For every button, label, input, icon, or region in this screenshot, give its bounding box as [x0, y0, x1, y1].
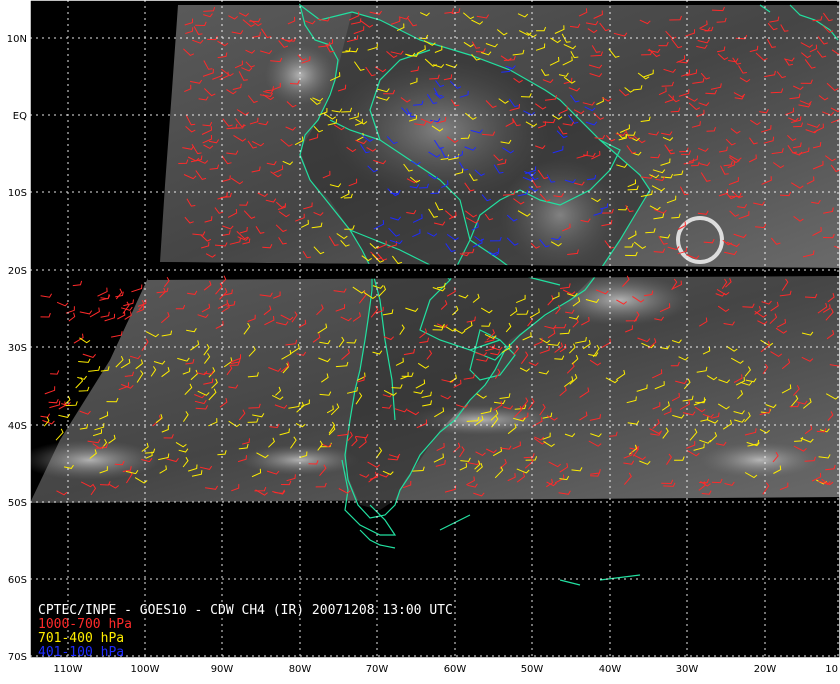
legend-mid-level: 701-400 hPa — [38, 632, 453, 646]
longitude-label: 90W — [211, 664, 234, 675]
map-title: CPTEC/INPE - GOES10 - CDW CH4 (IR) 20071… — [38, 604, 453, 618]
latitude-label: 70S — [8, 652, 27, 663]
longitude-label: 100W — [131, 664, 160, 675]
latitude-label: 10S — [8, 188, 27, 199]
satellite-wind-map: 110W 100W 90W 80W 70W 60W 50W 40W 30W 20W 10 10N EQ… — [0, 0, 840, 680]
longitude-label: 50W — [521, 664, 544, 675]
latitude-label: 50S — [8, 498, 27, 509]
longitude-label: 40W — [599, 664, 622, 675]
legend-low-level: 1000-700 hPa — [38, 618, 453, 632]
latitude-label: 20S — [8, 266, 27, 277]
longitude-label: 10 — [825, 664, 838, 675]
latitude-label: 60S — [8, 575, 27, 586]
latitude-label: 30S — [8, 343, 27, 354]
legend-high-level: 401-100 hPa — [38, 646, 453, 660]
longitude-label: 70W — [366, 664, 389, 675]
longitude-label: 110W — [54, 664, 83, 675]
map-caption: CPTEC/INPE - GOES10 - CDW CH4 (IR) 20071… — [38, 604, 453, 660]
longitude-label: 80W — [289, 664, 312, 675]
latitude-label: 40S — [8, 421, 27, 432]
longitude-label: 20W — [754, 664, 777, 675]
longitude-label: 60W — [444, 664, 467, 675]
latitude-label: EQ — [13, 111, 27, 122]
longitude-label: 30W — [676, 664, 699, 675]
latitude-label: 10N — [7, 34, 27, 45]
map-canvas: 110W 100W 90W 80W 70W 60W 50W 40W 30W 20W 10 10N EQ… — [0, 0, 840, 680]
